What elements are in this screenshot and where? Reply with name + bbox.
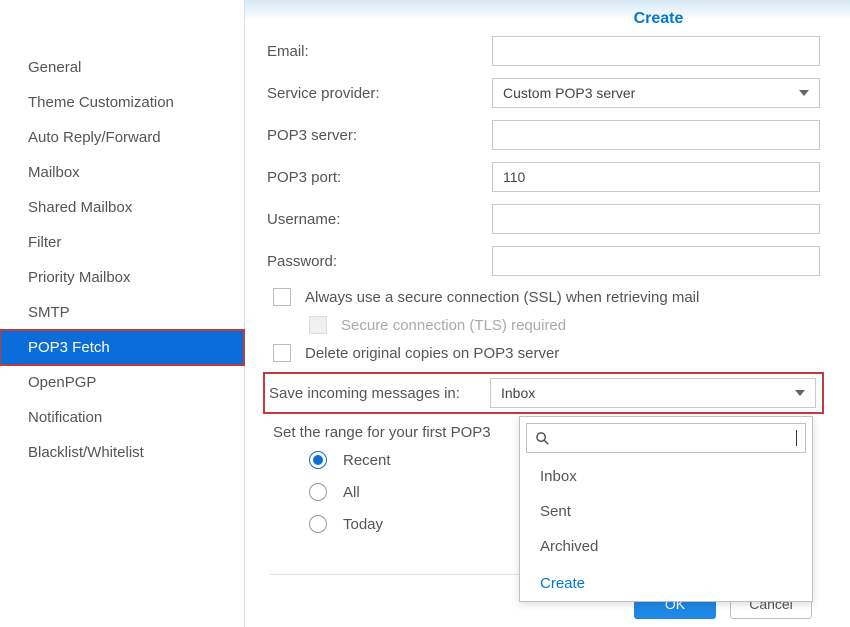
range-radio-all[interactable] bbox=[309, 483, 327, 501]
provider-value: Custom POP3 server bbox=[503, 85, 635, 101]
username-input[interactable] bbox=[492, 204, 820, 234]
sidebar-item-general[interactable]: General bbox=[0, 50, 244, 85]
password-input[interactable] bbox=[492, 246, 820, 276]
port-input[interactable] bbox=[492, 162, 820, 192]
search-icon bbox=[535, 431, 550, 446]
ssl-label: Always use a secure connection (SSL) whe… bbox=[305, 289, 699, 306]
sidebar-item-smtp[interactable]: SMTP bbox=[0, 295, 244, 330]
save-value: Inbox bbox=[501, 385, 535, 401]
server-label: POP3 server: bbox=[267, 127, 492, 144]
range-radio-recent[interactable] bbox=[309, 451, 327, 469]
text-cursor bbox=[796, 430, 797, 446]
sidebar-item-openpgp[interactable]: OpenPGP bbox=[0, 365, 244, 400]
username-label: Username: bbox=[267, 211, 492, 228]
dropdown-option-archived[interactable]: Archived bbox=[520, 529, 812, 564]
form-title: Create bbox=[497, 4, 820, 36]
sidebar-item-blacklist-whitelist[interactable]: Blacklist/Whitelist bbox=[0, 435, 244, 470]
dropdown-option-sent[interactable]: Sent bbox=[520, 494, 812, 529]
sidebar-item-mailbox[interactable]: Mailbox bbox=[0, 155, 244, 190]
port-label: POP3 port: bbox=[267, 169, 492, 186]
dropdown-option-create[interactable]: Create bbox=[520, 564, 812, 601]
email-label: Email: bbox=[267, 43, 492, 60]
range-radio-all-label: All bbox=[343, 484, 360, 501]
caret-down-icon bbox=[795, 390, 805, 396]
sidebar-item-auto-reply-forward[interactable]: Auto Reply/Forward bbox=[0, 120, 244, 155]
save-select[interactable]: Inbox bbox=[490, 378, 816, 408]
range-radio-today[interactable] bbox=[309, 515, 327, 533]
provider-label: Service provider: bbox=[267, 85, 492, 102]
dropdown-search-box[interactable] bbox=[526, 423, 806, 453]
sidebar: General Theme Customization Auto Reply/F… bbox=[0, 0, 245, 627]
folder-dropdown-panel: Inbox Sent Archived Create bbox=[519, 416, 813, 602]
range-radio-today-label: Today bbox=[343, 516, 383, 533]
save-row-highlight: Save incoming messages in: Inbox bbox=[263, 372, 824, 414]
range-radio-recent-label: Recent bbox=[343, 452, 391, 469]
dropdown-search-input[interactable] bbox=[556, 430, 794, 446]
server-input[interactable] bbox=[492, 120, 820, 150]
provider-select[interactable]: Custom POP3 server bbox=[492, 78, 820, 108]
tls-label: Secure connection (TLS) required bbox=[341, 317, 566, 334]
sidebar-item-pop3-fetch[interactable]: POP3 Fetch bbox=[0, 330, 244, 365]
delete-label: Delete original copies on POP3 server bbox=[305, 345, 559, 362]
sidebar-item-filter[interactable]: Filter bbox=[0, 225, 244, 260]
sidebar-item-priority-mailbox[interactable]: Priority Mailbox bbox=[0, 260, 244, 295]
sidebar-item-theme-customization[interactable]: Theme Customization bbox=[0, 85, 244, 120]
ssl-checkbox[interactable] bbox=[273, 288, 291, 306]
delete-checkbox[interactable] bbox=[273, 344, 291, 362]
email-input[interactable] bbox=[492, 36, 820, 66]
password-label: Password: bbox=[267, 253, 492, 270]
dropdown-option-inbox[interactable]: Inbox bbox=[520, 459, 812, 494]
save-label: Save incoming messages in: bbox=[269, 385, 490, 402]
caret-down-icon bbox=[799, 90, 809, 96]
sidebar-item-notification[interactable]: Notification bbox=[0, 400, 244, 435]
sidebar-item-shared-mailbox[interactable]: Shared Mailbox bbox=[0, 190, 244, 225]
tls-checkbox bbox=[309, 316, 327, 334]
